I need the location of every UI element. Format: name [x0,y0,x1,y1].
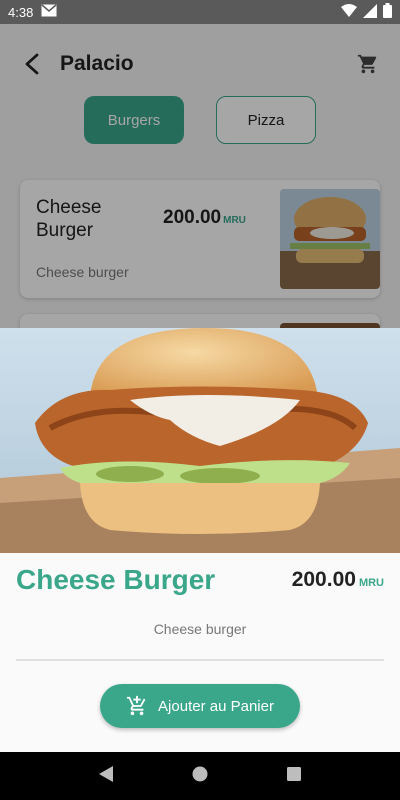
status-time: 4:38 [8,4,34,20]
product-detail-name: Cheese Burger [16,564,216,595]
wifi-icon [341,3,357,21]
battery-icon [383,3,392,21]
nav-back-button[interactable] [98,765,114,788]
add-to-cart-icon [126,695,146,716]
product-detail-description: Cheese burger [153,621,247,637]
signal-icon [363,3,377,21]
system-nav-bar [0,752,400,800]
product-detail-currency: MRU [358,577,384,589]
circle-home-icon [192,766,208,781]
status-bar: 4:38 [0,0,400,24]
divider [16,659,384,661]
gmail-icon [41,4,57,20]
square-recents-icon [286,766,301,781]
nav-home-button[interactable] [191,765,209,788]
product-detail-sheet: Cheese Burger 200.00 MRU Cheese burger Aj… [0,328,400,752]
nav-recents-button[interactable] [286,766,302,787]
triangle-back-icon [99,765,114,782]
add-to-cart-label: Ajouter au Panier [158,697,274,715]
add-to-cart-button[interactable]: Ajouter au Panier [100,684,300,728]
product-hero-image [0,328,400,553]
product-detail-price: 200.00 MRU [291,568,384,591]
